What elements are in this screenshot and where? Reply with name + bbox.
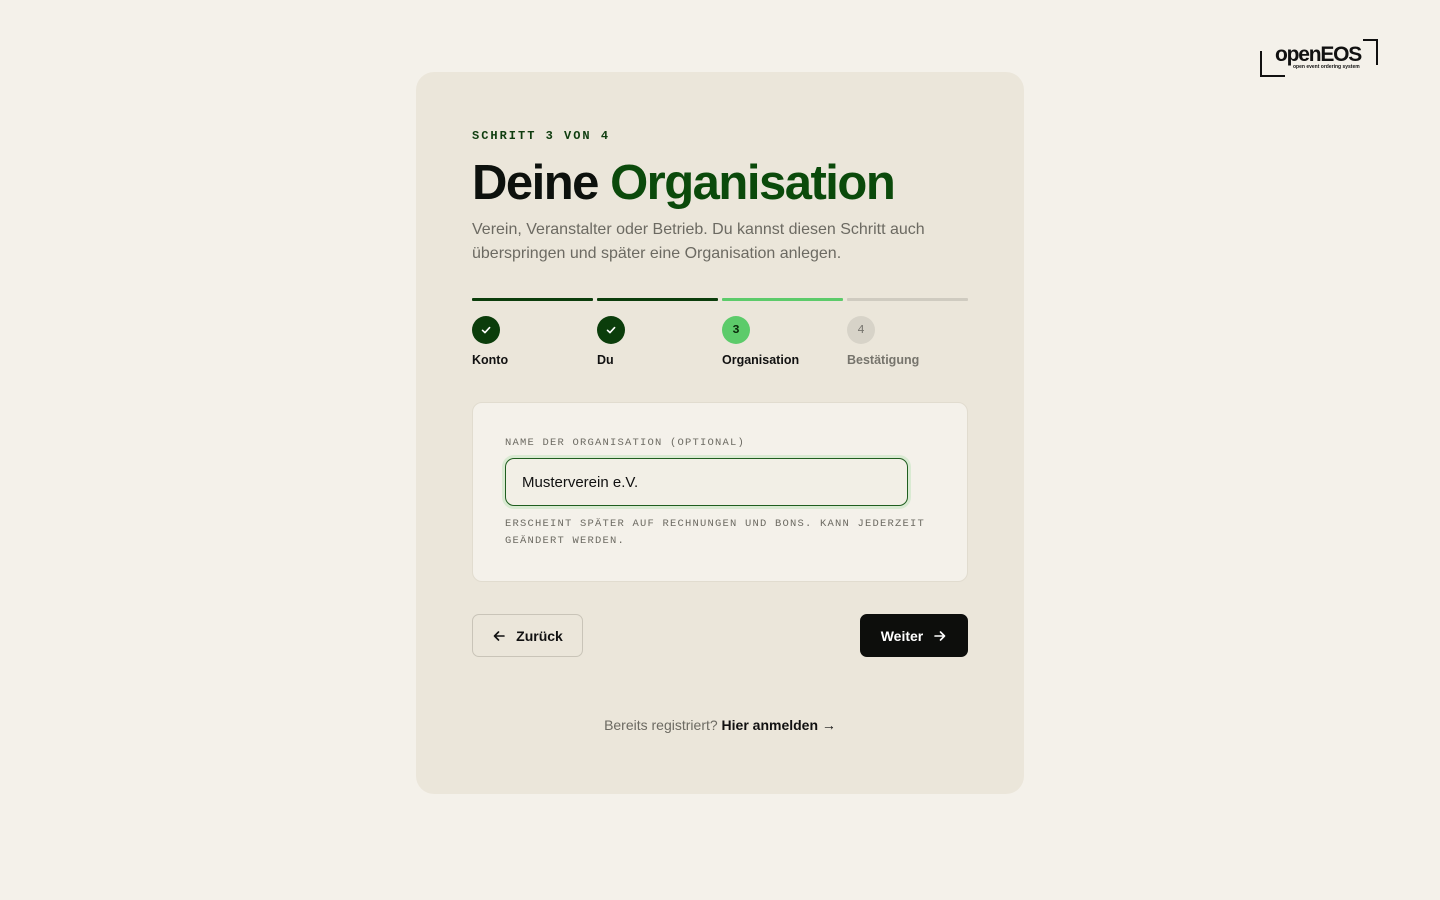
progress-bar-segment — [472, 298, 593, 301]
step-label: Du — [597, 353, 614, 367]
progress-step-konto: Konto — [472, 298, 593, 368]
progress-stepper: Konto Du 3 Organisation 4 Bestätigung — [472, 298, 968, 368]
checkmark-icon — [606, 326, 616, 334]
progress-bar-segment — [597, 298, 718, 301]
org-name-label: NAME DER ORGANISATION (OPTIONAL) — [505, 437, 746, 449]
back-button-label: Zurück — [516, 627, 563, 644]
step-indicator — [597, 316, 625, 344]
step-label: Organisation — [722, 353, 800, 367]
next-button-label: Weiter — [880, 627, 924, 644]
openeos-logo: openEOS open event ordering system — [1259, 38, 1379, 78]
progress-step-organisation: 3 Organisation — [722, 298, 843, 368]
login-prompt-text: Bereits registriert? — [604, 717, 718, 733]
organisation-form-panel: NAME DER ORGANISATION (OPTIONAL) ERSCHEI… — [472, 402, 968, 582]
login-link[interactable]: Hier anmelden → — [722, 717, 836, 733]
logo-corner-top-right — [1363, 39, 1378, 65]
step-indicator: 4 — [847, 316, 875, 344]
back-button[interactable]: Zurück — [472, 614, 583, 657]
checkmark-icon — [481, 326, 491, 334]
logo-tagline: open event ordering system — [1293, 64, 1360, 70]
step-label: Konto — [472, 353, 509, 367]
page-subtitle: Verein, Veranstalter oder Betrieb. Du ka… — [472, 221, 925, 262]
org-name-hint: ERSCHEINT SPÄTER AUF RECHNUNGEN UND BONS… — [505, 518, 926, 547]
login-prompt: Bereits registriert? Hier anmelden → — [472, 717, 968, 733]
page-title: Deine Organisation — [472, 154, 896, 212]
page-title-plain: Deine — [472, 156, 599, 210]
page-title-accent: Organisation — [610, 156, 896, 210]
step-label: Bestätigung — [847, 353, 920, 367]
progress-step-bestaetigung: 4 Bestätigung — [847, 298, 968, 368]
progress-bar-segment — [722, 298, 843, 301]
logo-wordmark: openEOS — [1275, 43, 1362, 66]
org-name-input[interactable] — [505, 458, 908, 506]
progress-bar-segment — [847, 298, 968, 301]
arrow-left-icon — [492, 629, 506, 643]
step-indicator: 3 — [722, 316, 750, 344]
signup-card: SCHRITT 3 VON 4 Deine Organisation Verei… — [416, 72, 1024, 794]
arrow-right-icon — [933, 629, 947, 643]
progress-step-du: Du — [597, 298, 718, 368]
next-button[interactable]: Weiter — [860, 614, 968, 657]
step-indicator — [472, 316, 500, 344]
step-counter: SCHRITT 3 VON 4 — [472, 129, 611, 143]
